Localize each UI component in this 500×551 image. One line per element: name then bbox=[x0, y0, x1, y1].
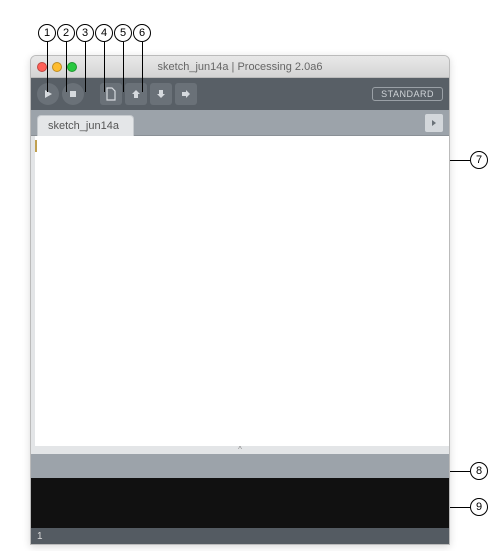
callout-7: 7 bbox=[470, 151, 488, 169]
leader-8 bbox=[450, 471, 470, 472]
callout-9: 9 bbox=[470, 498, 488, 516]
leader-4 bbox=[104, 42, 105, 92]
text-editor[interactable] bbox=[31, 136, 449, 446]
export-button[interactable] bbox=[175, 83, 197, 105]
splitter-handle[interactable]: ^ bbox=[31, 446, 449, 454]
zoom-window-button[interactable] bbox=[67, 62, 77, 72]
tab-sketch[interactable]: sketch_jun14a bbox=[37, 115, 134, 136]
tab-label: sketch_jun14a bbox=[48, 120, 119, 132]
processing-window: sketch_jun14a | Processing 2.0a6 STANDAR… bbox=[30, 55, 450, 545]
stop-icon bbox=[68, 89, 78, 99]
message-area bbox=[31, 454, 449, 478]
close-window-button[interactable] bbox=[37, 62, 47, 72]
window-title: sketch_jun14a | Processing 2.0a6 bbox=[31, 61, 449, 73]
leader-6 bbox=[142, 42, 143, 92]
traffic-lights bbox=[37, 62, 77, 72]
callout-6: 6 bbox=[133, 24, 151, 42]
callout-5: 5 bbox=[114, 24, 132, 42]
titlebar: sketch_jun14a | Processing 2.0a6 bbox=[31, 56, 449, 78]
callout-8: 8 bbox=[470, 462, 488, 480]
run-button[interactable] bbox=[37, 83, 59, 105]
document-icon bbox=[105, 87, 117, 101]
callout-4: 4 bbox=[95, 24, 113, 42]
callout-1: 1 bbox=[38, 24, 56, 42]
leader-1 bbox=[47, 42, 48, 92]
mode-button[interactable]: STANDARD bbox=[372, 87, 443, 101]
callout-3: 3 bbox=[76, 24, 94, 42]
tab-menu-button[interactable] bbox=[425, 114, 443, 132]
line-number-indicator: 1 bbox=[37, 531, 43, 542]
console bbox=[31, 478, 449, 528]
leader-5 bbox=[123, 42, 124, 92]
toolbar: STANDARD bbox=[31, 78, 449, 110]
save-button[interactable] bbox=[150, 83, 172, 105]
leader-9 bbox=[450, 507, 470, 508]
arrow-up-icon bbox=[130, 88, 142, 100]
tab-bar: sketch_jun14a bbox=[31, 110, 449, 136]
arrow-down-icon bbox=[155, 88, 167, 100]
arrow-right-icon bbox=[180, 88, 192, 100]
leader-7 bbox=[450, 160, 470, 161]
status-bar: 1 bbox=[31, 528, 449, 544]
editor-caret bbox=[35, 140, 37, 152]
minimize-window-button[interactable] bbox=[52, 62, 62, 72]
chevron-right-icon bbox=[429, 118, 439, 128]
callout-2: 2 bbox=[57, 24, 75, 42]
leader-3 bbox=[85, 42, 86, 92]
open-button[interactable] bbox=[125, 83, 147, 105]
leader-2 bbox=[66, 42, 67, 92]
play-icon bbox=[43, 89, 53, 99]
